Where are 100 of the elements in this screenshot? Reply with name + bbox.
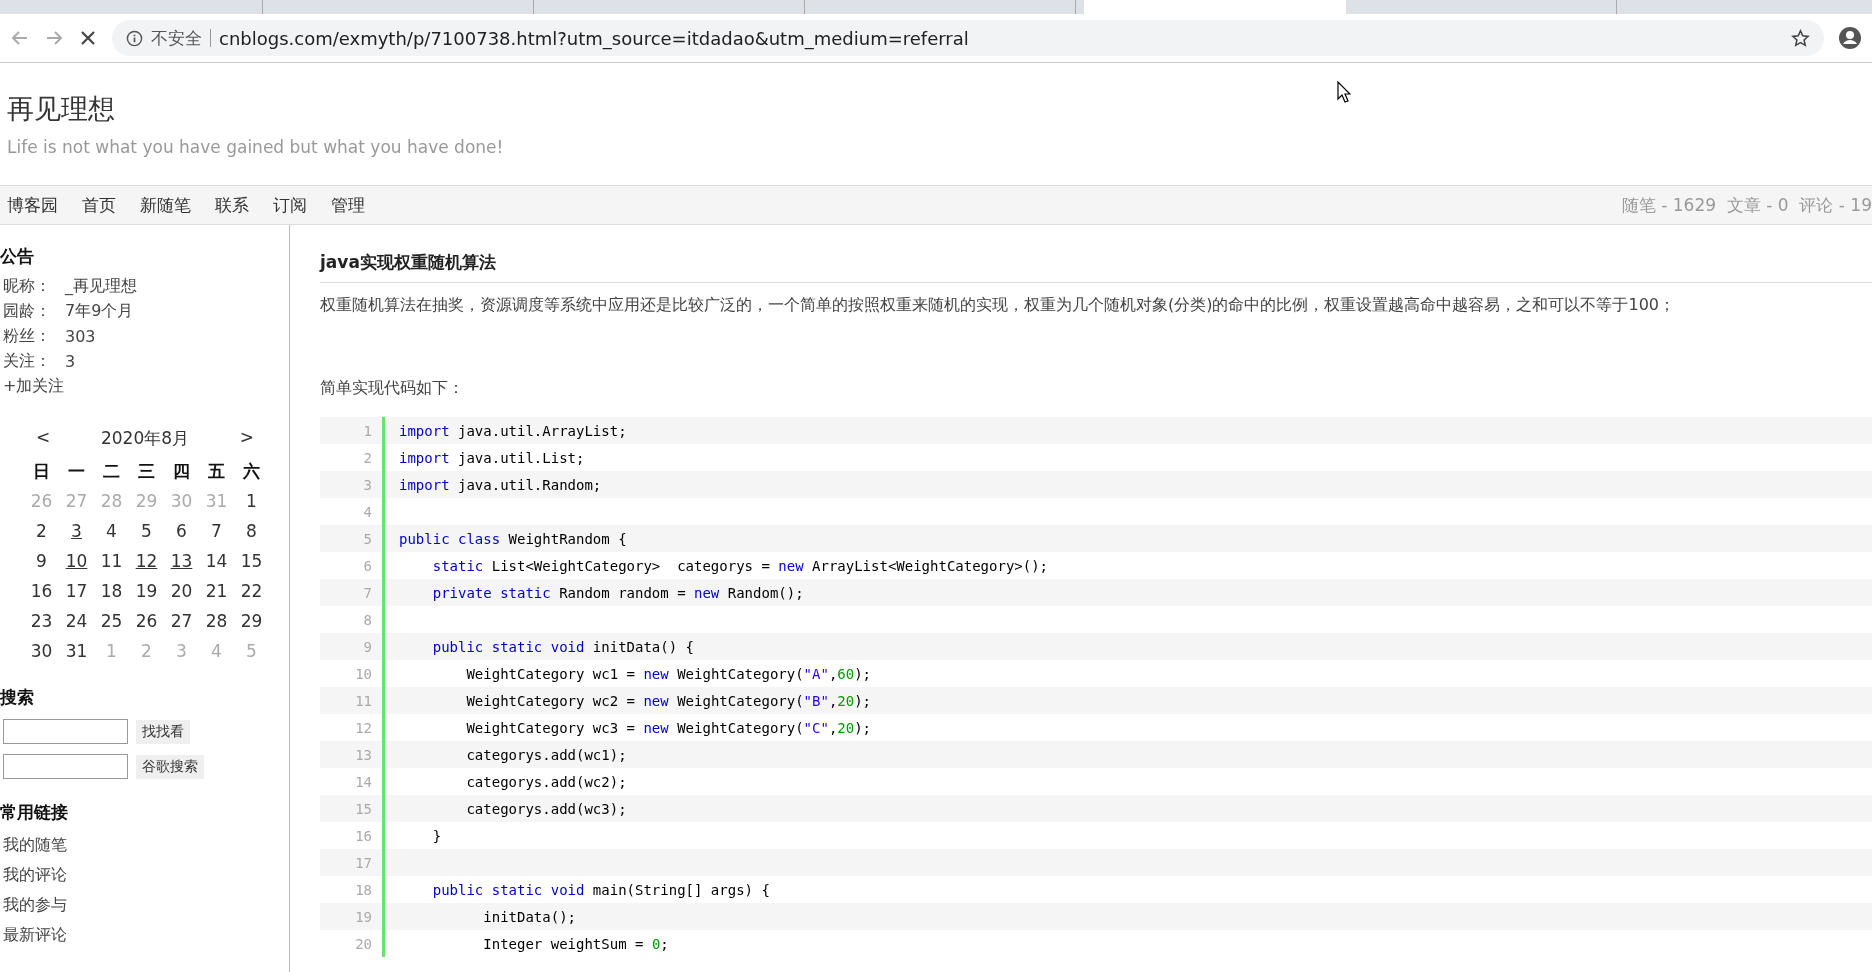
previous-month-link[interactable]: < — [36, 427, 51, 450]
code-line: } — [431, 827, 442, 844]
calendar-day: 28 — [205, 611, 228, 631]
post-paragraph: 权重随机算法在抽奖，资源调度等系统中应用还是比较广泛的，一个简单的按照权重来随机的实现，权重为几个随机对象(分类)的命中的比例，权重设置越高命中越容易，之和可以不等于100； — [320, 295, 1677, 316]
profile-label: 园龄： — [3, 301, 51, 322]
calendar-day: 26 — [135, 611, 158, 631]
code-line: initData(); — [482, 908, 576, 925]
calendar-day: 1 — [106, 641, 117, 661]
weekday-label: 四 — [172, 460, 191, 483]
section-heading: 公告 — [0, 245, 34, 268]
calendar-day: 18 — [100, 581, 123, 601]
nav-link[interactable]: 新随笔 — [140, 193, 191, 217]
calendar-day: 17 — [65, 581, 88, 601]
profile-value: _再见理想 — [65, 276, 137, 297]
code-line: categorys.add(wc2); — [465, 773, 627, 790]
bookmark-star-icon[interactable] — [1791, 28, 1810, 48]
calendar-day: 15 — [240, 551, 263, 571]
profile-label: 关注： — [3, 351, 51, 372]
line-number: 12 — [354, 719, 373, 736]
profile-label: 昵称： — [3, 276, 51, 297]
line-number: 16 — [354, 827, 373, 844]
section-heading: 常用链接 — [0, 801, 68, 824]
code-line: import java.util.List; — [399, 449, 585, 466]
profile-value: 7年9个月 — [65, 301, 134, 322]
post-paragraph: 简单实现代码如下： — [320, 378, 465, 399]
code-line: WeightCategory wc2 = new WeightCategory("B",20); — [465, 692, 872, 709]
calendar-day: 5 — [141, 521, 152, 541]
calendar-day: 1 — [246, 491, 257, 511]
calendar-day[interactable]: 13 — [170, 551, 193, 571]
calendar-day: 2 — [141, 641, 152, 661]
calendar-day: 4 — [106, 521, 117, 541]
nav-link[interactable]: 联系 — [215, 193, 249, 217]
calendar-day: 26 — [30, 491, 53, 511]
search-button[interactable]: 找找看 — [136, 719, 190, 744]
blog-stats: 随笔 - 1629 文章 - 0 评论 - 19 — [1621, 193, 1872, 217]
search-field[interactable] — [3, 719, 128, 744]
calendar-day: 31 — [205, 491, 228, 511]
section-heading: 搜索 — [0, 686, 34, 709]
line-number: 7 — [362, 584, 373, 601]
code-line: Integer weightSum = 0; — [482, 935, 669, 952]
code-line: import java.util.ArrayList; — [399, 422, 627, 439]
follow-link[interactable]: +加关注 — [0, 376, 65, 397]
calendar-day: 3 — [176, 641, 187, 661]
weekday-label: 六 — [242, 460, 261, 483]
calendar-day: 25 — [100, 611, 123, 631]
sidebar-link[interactable]: 最新评论 — [0, 920, 67, 950]
google-search-field[interactable] — [3, 754, 128, 779]
security-label: 不安全 — [151, 26, 202, 50]
line-number: 4 — [362, 503, 373, 520]
sidebar-link[interactable]: 我的评论 — [0, 860, 67, 890]
sidebar-link[interactable]: 我的参与 — [0, 890, 67, 920]
calendar-day: 29 — [135, 491, 158, 511]
calendar-day[interactable]: 10 — [65, 551, 88, 571]
nav-link[interactable]: 博客园 — [7, 193, 58, 217]
profile-label: 粉丝： — [3, 326, 51, 347]
blog-subtitle: Life is not what you have gained but what you have done! — [7, 137, 504, 157]
calendar-day: 20 — [170, 581, 193, 601]
line-number: 9 — [362, 638, 373, 655]
line-number: 19 — [354, 908, 373, 925]
calendar-day[interactable]: 12 — [135, 551, 158, 571]
line-number: 6 — [362, 557, 373, 574]
calendar-day: 29 — [240, 611, 263, 631]
calendar-day: 19 — [135, 581, 158, 601]
profile-value: 303 — [65, 327, 96, 346]
calendar-day: 7 — [211, 521, 222, 541]
address-bar[interactable]: 不安全 cnblogs.com/exmyth/p/7100738.html?utm_source=itdadao&utm_medium=referral — [112, 20, 1824, 56]
sidebar-link[interactable]: 我的随笔 — [0, 830, 67, 860]
weekday-label: 二 — [102, 460, 121, 483]
calendar-day: 11 — [100, 551, 123, 571]
line-number: 20 — [354, 935, 373, 952]
google-search-button[interactable]: 谷歌搜索 — [136, 754, 204, 779]
code-line: public class WeightRandom { — [399, 530, 627, 547]
mouse-cursor-icon — [1337, 81, 1351, 103]
blog-title[interactable]: 再见理想 — [7, 63, 115, 127]
line-number: 11 — [354, 692, 373, 709]
calendar-day: 5 — [246, 641, 257, 661]
line-number: 15 — [354, 800, 373, 817]
code-line: categorys.add(wc1); — [465, 746, 627, 763]
calendar-day: 24 — [65, 611, 88, 631]
calendar-day: 9 — [36, 551, 47, 571]
calendar-day: 27 — [170, 611, 193, 631]
profile-value: 3 — [65, 352, 76, 371]
next-month-link[interactable]: > — [239, 427, 254, 450]
calendar-day[interactable]: 3 — [71, 521, 82, 541]
nav-link[interactable]: 管理 — [331, 193, 365, 217]
profile-icon[interactable] — [1838, 26, 1862, 50]
calendar-day: 4 — [211, 641, 222, 661]
calendar-day: 31 — [65, 641, 88, 661]
calendar-day: 23 — [30, 611, 53, 631]
nav-link[interactable]: 首页 — [82, 193, 116, 217]
code-line: import java.util.Random; — [399, 476, 602, 493]
line-number: 8 — [362, 611, 373, 628]
line-number: 2 — [362, 449, 373, 466]
post-title[interactable]: java实现权重随机算法 — [320, 251, 1872, 283]
calendar-day: 28 — [100, 491, 123, 511]
calendar-day: 21 — [205, 581, 228, 601]
line-number: 3 — [362, 476, 373, 493]
code-line: WeightCategory wc1 = new WeightCategory("A",60); — [465, 665, 872, 682]
nav-link[interactable]: 订阅 — [273, 193, 307, 217]
line-number: 17 — [354, 854, 373, 871]
